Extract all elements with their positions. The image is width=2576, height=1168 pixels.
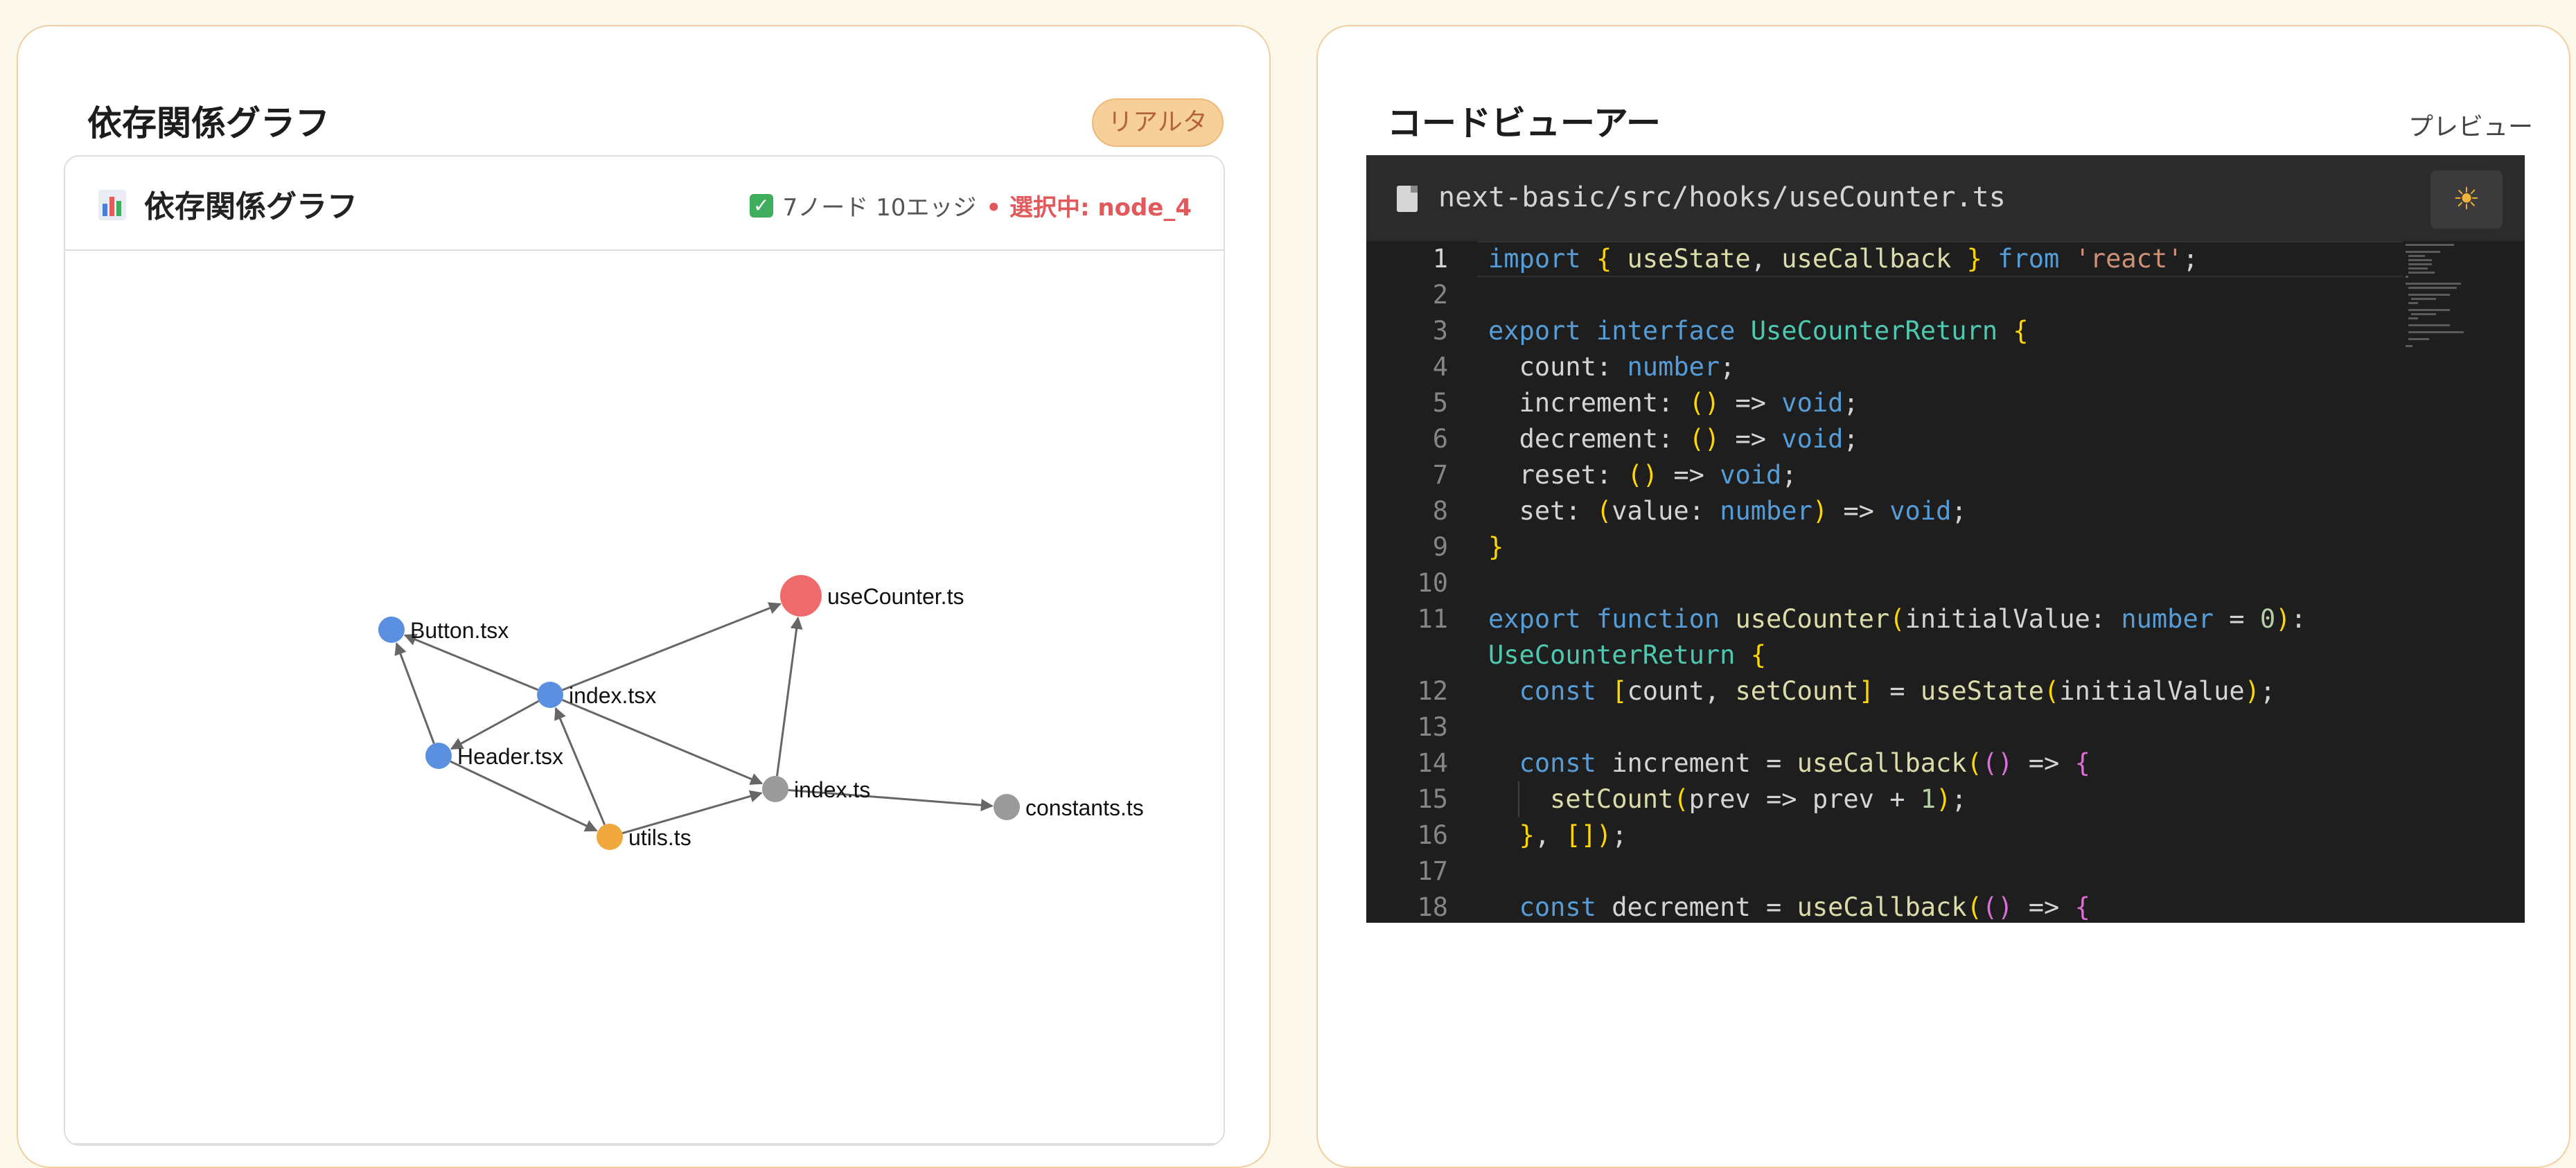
code-editor[interactable]: next-basic/src/hooks/useCounter.ts ☀ 1 i… xyxy=(1366,155,2525,923)
file-path: next-basic/src/hooks/useCounter.ts xyxy=(1438,182,2006,213)
line-number: 17 xyxy=(1417,856,1448,886)
graph-node-label: useCounter.ts xyxy=(827,584,964,609)
code-line[interactable]: 3 export interface UseCounterReturn { xyxy=(1366,313,2525,349)
line-number: 3 xyxy=(1432,316,1448,346)
code-text: const decrement = useCallback(() => { xyxy=(1519,892,2090,922)
graph-node-label: constants.ts xyxy=(1025,795,1144,820)
line-number: 11 xyxy=(1417,604,1448,634)
code-text: reset: () => void; xyxy=(1519,460,1797,490)
code-text: } xyxy=(1488,532,1504,562)
code-line[interactable]: 15 setCount(prev => prev + 1); xyxy=(1366,781,2525,817)
graph-edge-index_tsx-usecounter xyxy=(562,602,782,691)
code-line[interactable]: 7 reset: () => void; xyxy=(1366,457,2525,493)
code-text: const increment = useCallback(() => { xyxy=(1519,748,2090,778)
code-line[interactable]: 4 count: number; xyxy=(1366,349,2525,385)
graph-divider xyxy=(73,1143,1215,1144)
code-line[interactable]: 17 xyxy=(1366,853,2525,890)
graph-edge-header-button xyxy=(394,641,435,744)
code-line[interactable]: UseCounterReturn { xyxy=(1366,637,2525,673)
code-line[interactable]: 5 increment: () => void; xyxy=(1366,385,2525,421)
selected-node-label: • 選択中: node_4 xyxy=(986,194,1192,222)
code-text: const [count, setCount] = useState(initi… xyxy=(1519,676,2276,706)
preview-tab[interactable]: プレビュー xyxy=(2408,107,2533,143)
line-number: 7 xyxy=(1432,460,1448,490)
code-line[interactable]: 8 set: (value: number) => void; xyxy=(1366,493,2525,529)
realtime-badge[interactable]: リアルタイム xyxy=(1092,98,1224,182)
code-text: count: number; xyxy=(1519,352,1736,382)
code-line[interactable]: 11 export function useCounter(initialValu… xyxy=(1366,601,2525,637)
bar-chart-icon xyxy=(98,190,126,220)
code-text: import { useState, useCallback } from 'r… xyxy=(1488,244,2198,274)
graph-card-header: 依存関係グラフ ✓ 7ノード 10エッジ • 選択中: node_4 xyxy=(65,157,1224,251)
line-number: 14 xyxy=(1417,748,1448,778)
line-number: 4 xyxy=(1432,352,1448,382)
code-line[interactable]: 9} xyxy=(1366,529,2525,565)
code-text: export interface UseCounterReturn { xyxy=(1488,316,2029,346)
line-number: 9 xyxy=(1432,532,1448,562)
node-edge-count: 7ノード 10エッジ xyxy=(782,194,977,222)
graph-node-header[interactable] xyxy=(425,743,452,769)
check-icon: ✓ xyxy=(749,193,773,218)
code-text: increment: () => void; xyxy=(1519,388,1859,418)
line-number: 8 xyxy=(1432,496,1448,526)
line-number: 1 xyxy=(1432,244,1448,274)
code-text: UseCounterReturn { xyxy=(1488,640,1766,670)
panel-title: 依存関係グラフ xyxy=(87,103,330,143)
line-number: 12 xyxy=(1417,676,1448,706)
graph-card-title: 依存関係グラフ xyxy=(144,189,358,224)
graph-node-usecounter[interactable] xyxy=(780,575,822,617)
graph-node-constants[interactable] xyxy=(994,794,1020,820)
graph-node-utils[interactable] xyxy=(597,824,623,850)
code-line[interactable]: 16 }, []); xyxy=(1366,817,2525,853)
graph-edge-index_tsx-header xyxy=(450,700,540,750)
file-icon xyxy=(1397,186,1418,212)
code-line[interactable]: 12 const [count, setCount] = useState(in… xyxy=(1366,673,2525,709)
code-line[interactable]: 13 xyxy=(1366,709,2525,745)
line-number: 13 xyxy=(1417,712,1448,742)
indent-guide xyxy=(1518,781,1519,817)
graph-edge-index_tsx-index_ts xyxy=(561,698,764,785)
graph-node-label: Header.tsx xyxy=(457,744,563,769)
graph-node-index_tsx[interactable] xyxy=(537,682,563,708)
code-line[interactable]: 10 xyxy=(1366,565,2525,601)
editor-titlebar: next-basic/src/hooks/useCounter.ts ☀ xyxy=(1366,155,2525,241)
graph-node-index_ts[interactable] xyxy=(762,776,788,802)
graph-edge-index_tsx-button xyxy=(403,633,538,691)
code-text: setCount(prev => prev + 1); xyxy=(1550,784,1967,814)
graph-node-button[interactable] xyxy=(378,617,405,643)
code-line[interactable]: 18 const decrement = useCallback(() => { xyxy=(1366,890,2525,923)
graph-node-label: index.tsx xyxy=(569,683,656,708)
graph-node-label: index.ts xyxy=(794,777,870,802)
dependency-graph-canvas[interactable]: Button.tsx index.tsx Header.tsx utils.ts ind… xyxy=(65,251,1225,1144)
code-body[interactable]: 1 import { useState, useCallback } from '… xyxy=(1366,241,2525,923)
line-number: 2 xyxy=(1432,280,1448,310)
code-line[interactable]: 14 const increment = useCallback(() => { xyxy=(1366,745,2525,781)
line-number: 16 xyxy=(1417,820,1448,850)
line-number: 15 xyxy=(1417,784,1448,814)
code-text: export function useCounter(initialValue:… xyxy=(1488,604,2306,634)
code-line[interactable]: 1 import { useState, useCallback } from '… xyxy=(1366,241,2525,277)
graph-edge-header-utils xyxy=(450,760,598,832)
graph-node-label: Button.tsx xyxy=(410,618,509,643)
code-text: set: (value: number) => void; xyxy=(1519,496,1967,526)
line-number: 18 xyxy=(1417,892,1448,922)
sun-icon: ☀ xyxy=(2453,182,2480,217)
dependency-graph-panel: 依存関係グラフ リアルタイム 依存関係グラフ ✓ 7ノード 10エッジ • 選択… xyxy=(17,25,1271,1168)
graph-edge-index_ts-usecounter xyxy=(776,616,803,777)
line-number: 6 xyxy=(1432,424,1448,454)
code-viewer-panel: コードビューアー プレビュー next-basic/src/hooks/useC… xyxy=(1316,25,2570,1168)
theme-toggle-button[interactable]: ☀ xyxy=(2431,170,2503,229)
graph-card: 依存関係グラフ ✓ 7ノード 10エッジ • 選択中: node_4 Butto… xyxy=(64,155,1225,1146)
line-number: 5 xyxy=(1432,388,1448,418)
code-text: decrement: () => void; xyxy=(1519,424,1859,454)
code-line[interactable]: 6 decrement: () => void; xyxy=(1366,421,2525,457)
line-number: 10 xyxy=(1417,568,1448,598)
code-text: }, []); xyxy=(1519,820,1627,850)
graph-stats: ✓ 7ノード 10エッジ • 選択中: node_4 xyxy=(749,188,1192,222)
panel-title: コードビューアー xyxy=(1387,103,1661,143)
code-line[interactable]: 2 xyxy=(1366,277,2525,313)
graph-node-label: utils.ts xyxy=(628,825,691,850)
